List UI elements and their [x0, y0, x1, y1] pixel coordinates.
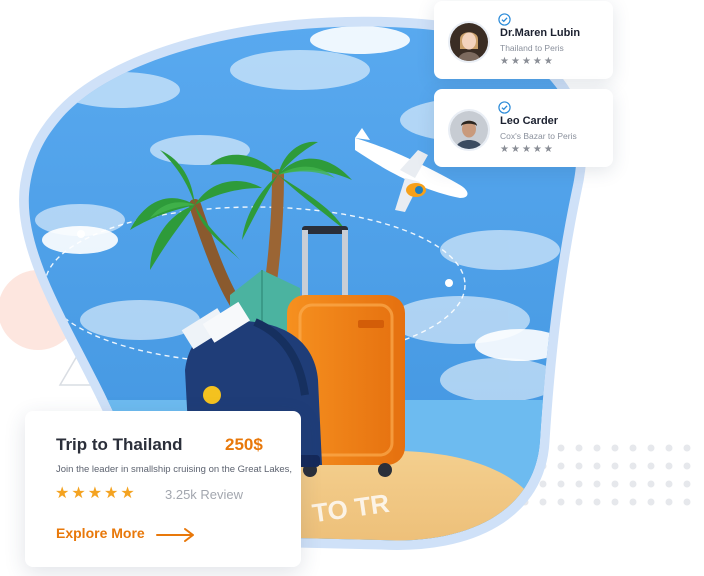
star-icon: ★ — [500, 56, 509, 67]
star-icon: ★ — [104, 485, 119, 502]
verified-check-icon — [498, 13, 511, 26]
trip-card[interactable]: Trip to Thailand 250$ Join the leader in… — [25, 411, 301, 567]
review-card[interactable]: Dr.Maren Lubin Thailand to Peris ★ ★ ★ ★ ★ — [434, 1, 613, 79]
star-icon: ★ — [87, 485, 103, 502]
star-icon: ★ — [532, 56, 542, 67]
star-icon: ★ — [120, 485, 135, 502]
verified-check-icon — [498, 101, 511, 114]
trip-title: Trip to Thailand — [56, 435, 183, 454]
star-icon: ★ — [521, 56, 531, 67]
star-icon: ★ — [510, 144, 520, 155]
trip-price: 250$ — [225, 435, 263, 454]
rating-stars: ★ ★ ★ ★ ★ — [55, 485, 135, 503]
reviewer-route: Thailand to Peris — [500, 43, 564, 53]
rating-stars: ★ ★ ★ ★ ★ — [500, 144, 553, 156]
reviewer-route: Cox's Bazar to Peris — [500, 131, 577, 141]
star-icon: ★ — [510, 56, 520, 67]
reviewer-name: Dr.Maren Lubin — [500, 27, 581, 39]
avatar — [448, 21, 490, 63]
review-count: 3.25k Review — [165, 487, 244, 502]
star-icon: ★ — [500, 144, 509, 155]
review-card[interactable]: Leo Carder Cox's Bazar to Peris ★ ★ ★ ★ ★ — [434, 89, 613, 167]
star-icon: ★ — [543, 56, 553, 67]
explore-more-link[interactable]: Explore More — [56, 525, 145, 541]
star-icon: ★ — [55, 485, 70, 502]
star-icon: ★ — [521, 144, 531, 155]
arrow-right-icon[interactable] — [156, 527, 196, 543]
star-icon: ★ — [71, 485, 86, 502]
avatar — [448, 109, 490, 151]
trip-description: Join the leader in smallship cruising on… — [56, 464, 293, 475]
star-icon: ★ — [543, 144, 553, 155]
rating-stars: ★ ★ ★ ★ ★ — [500, 56, 553, 68]
reviewer-name: Leo Carder — [500, 115, 559, 127]
star-icon: ★ — [532, 144, 542, 155]
